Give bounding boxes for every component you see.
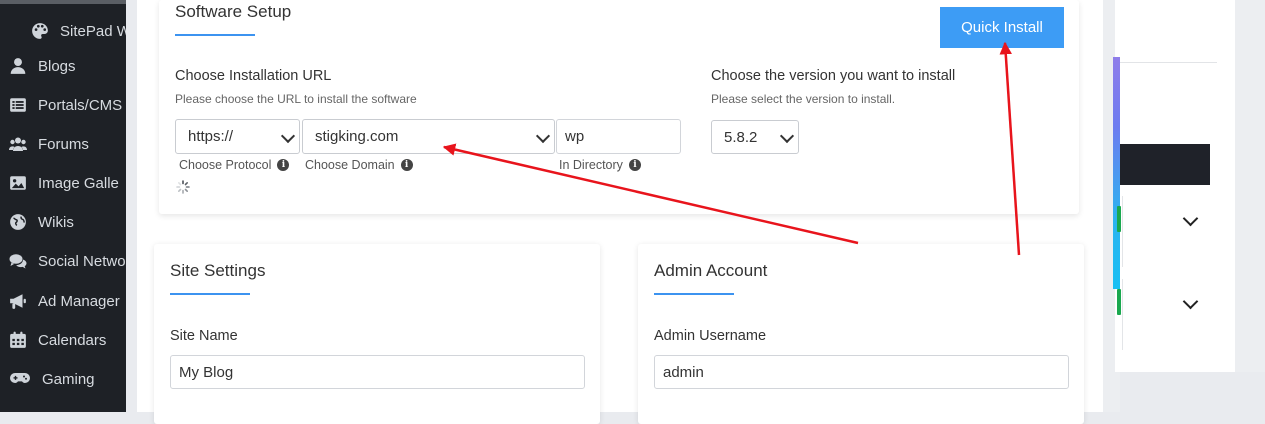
chevron-down-icon[interactable] bbox=[1182, 210, 1199, 227]
globe-icon bbox=[8, 213, 28, 231]
users-icon bbox=[8, 135, 28, 153]
protocol-label-text: Choose Protocol bbox=[179, 158, 272, 172]
sidebar: SitePad W Blogs Portals/CMS Forums Image… bbox=[0, 0, 126, 412]
domain-label-text: Choose Domain bbox=[305, 158, 395, 172]
sidebar-item-portals[interactable]: Portals/CMS bbox=[8, 94, 122, 116]
protocol-value: https:// bbox=[188, 128, 234, 145]
domain-label: Choose Domain i bbox=[305, 158, 413, 172]
sidebar-item-wikis[interactable]: Wikis bbox=[8, 211, 74, 233]
sidebar-item-label: Portals/CMS bbox=[38, 96, 123, 114]
sidebar-item-label: Social Netwo bbox=[38, 252, 126, 270]
chevron-down-icon bbox=[280, 128, 296, 143]
gamepad-icon bbox=[8, 370, 32, 388]
site-settings-title: Site Settings bbox=[170, 261, 266, 280]
protocol-select[interactable]: https:// bbox=[175, 119, 300, 154]
palette-icon bbox=[30, 22, 50, 40]
sidebar-item-social-networking[interactable]: Social Netwo bbox=[8, 250, 126, 272]
directory-value: wp bbox=[565, 128, 585, 145]
directory-label: In Directory i bbox=[559, 158, 641, 172]
chevron-down-icon bbox=[535, 128, 551, 143]
sidebar-item-calendars[interactable]: Calendars bbox=[8, 329, 106, 351]
domain-value: stigking.com bbox=[315, 128, 399, 145]
loading-spinner-icon bbox=[176, 180, 190, 194]
admin-username-value: admin bbox=[663, 363, 704, 381]
sidebar-item-ad-management[interactable]: Ad Manager bbox=[8, 290, 120, 312]
bullhorn-icon bbox=[8, 292, 28, 310]
software-setup-title: Software Setup bbox=[175, 2, 292, 21]
admin-account-title: Admin Account bbox=[654, 261, 768, 280]
directory-input[interactable]: wp bbox=[556, 119, 681, 154]
sidebar-item-image-gallery[interactable]: Image Galle bbox=[8, 172, 119, 194]
sidebar-item-label: Image Galle bbox=[38, 174, 119, 192]
dark-header-bar bbox=[1120, 144, 1210, 185]
sidebar-item-forums[interactable]: Forums bbox=[8, 133, 89, 155]
title-underline bbox=[175, 34, 255, 36]
gutter-bottom bbox=[1120, 372, 1265, 412]
sidebar-item-label: Calendars bbox=[38, 331, 107, 349]
installation-url-help: Please choose the URL to install the sof… bbox=[175, 92, 417, 106]
title-underline bbox=[654, 293, 734, 295]
sidebar-item-label: Gaming bbox=[42, 370, 95, 388]
image-icon bbox=[8, 174, 28, 192]
version-select[interactable]: 5.8.2 bbox=[711, 120, 799, 154]
sidebar-item-label: Ad Manager bbox=[38, 292, 120, 310]
site-name-label: Site Name bbox=[170, 328, 238, 344]
comments-icon bbox=[8, 252, 28, 270]
installation-url-label: Choose Installation URL bbox=[175, 68, 332, 84]
chevron-down-icon[interactable] bbox=[1182, 293, 1199, 310]
sidebar-item-label: Blogs bbox=[38, 57, 76, 75]
list-icon bbox=[8, 96, 28, 114]
admin-username-label: Admin Username bbox=[654, 328, 767, 344]
sidebar-item-label: SitePad W bbox=[60, 22, 126, 40]
status-marker bbox=[1117, 206, 1121, 232]
sidebar-item-gaming[interactable]: Gaming bbox=[8, 368, 95, 390]
quick-install-button[interactable]: Quick Install bbox=[940, 7, 1064, 48]
domain-select[interactable]: stigking.com bbox=[302, 119, 555, 154]
admin-username-input[interactable]: admin bbox=[654, 355, 1069, 389]
site-name-value: My Blog bbox=[179, 363, 234, 381]
sidebar-item-label: Wikis bbox=[38, 213, 74, 231]
info-icon[interactable]: i bbox=[400, 159, 413, 171]
calendar-icon bbox=[8, 331, 28, 349]
sidebar-item-label: Forums bbox=[38, 135, 89, 153]
info-icon[interactable]: i bbox=[277, 159, 290, 171]
protocol-label: Choose Protocol i bbox=[179, 158, 290, 172]
version-help: Please select the version to install. bbox=[711, 92, 896, 106]
chevron-down-icon bbox=[779, 128, 795, 144]
user-icon bbox=[8, 57, 28, 75]
status-marker bbox=[1117, 289, 1121, 315]
sidebar-item-sitepad[interactable]: SitePad W bbox=[30, 20, 126, 42]
site-name-input[interactable]: My Blog bbox=[170, 355, 585, 389]
gradient-strip bbox=[1113, 57, 1120, 289]
version-value: 5.8.2 bbox=[724, 128, 758, 146]
accordion-panel-1[interactable] bbox=[1117, 196, 1211, 267]
sidebar-item-blogs[interactable]: Blogs bbox=[8, 55, 76, 77]
sidebar-top-edge bbox=[0, 0, 126, 4]
version-label: Choose the version you want to install bbox=[711, 68, 956, 84]
directory-label-text: In Directory bbox=[559, 158, 623, 172]
title-underline bbox=[170, 293, 250, 295]
info-icon[interactable]: i bbox=[628, 159, 641, 171]
accordion-panel-2[interactable] bbox=[1117, 279, 1211, 350]
side-divider bbox=[1115, 62, 1217, 63]
